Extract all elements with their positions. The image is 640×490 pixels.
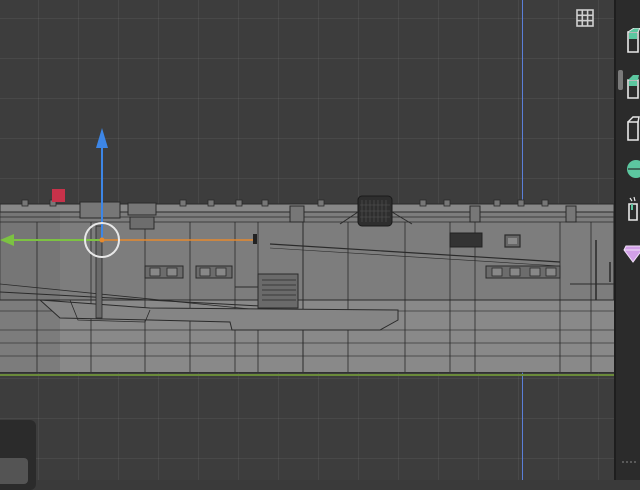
3d-viewport[interactable]	[0, 0, 614, 480]
bottom-panel-field[interactable]	[0, 458, 28, 484]
gem-icon[interactable]	[618, 238, 640, 268]
cube-shrink-icon[interactable]	[618, 72, 640, 102]
ship-mesh[interactable]	[0, 0, 614, 480]
handle-end-marker	[253, 234, 257, 244]
cube-add-icon[interactable]	[618, 26, 640, 56]
spin-icon[interactable]	[618, 154, 640, 184]
toolbar-resize-handle[interactable]	[618, 452, 640, 472]
grid-icon[interactable]	[572, 5, 598, 31]
shear-icon[interactable]	[618, 194, 640, 224]
tool-shelf	[614, 0, 640, 480]
square-marker-icon	[52, 189, 65, 202]
hull	[0, 207, 614, 373]
cube-extrude-icon[interactable]	[618, 114, 640, 144]
pivot-point	[99, 237, 105, 243]
